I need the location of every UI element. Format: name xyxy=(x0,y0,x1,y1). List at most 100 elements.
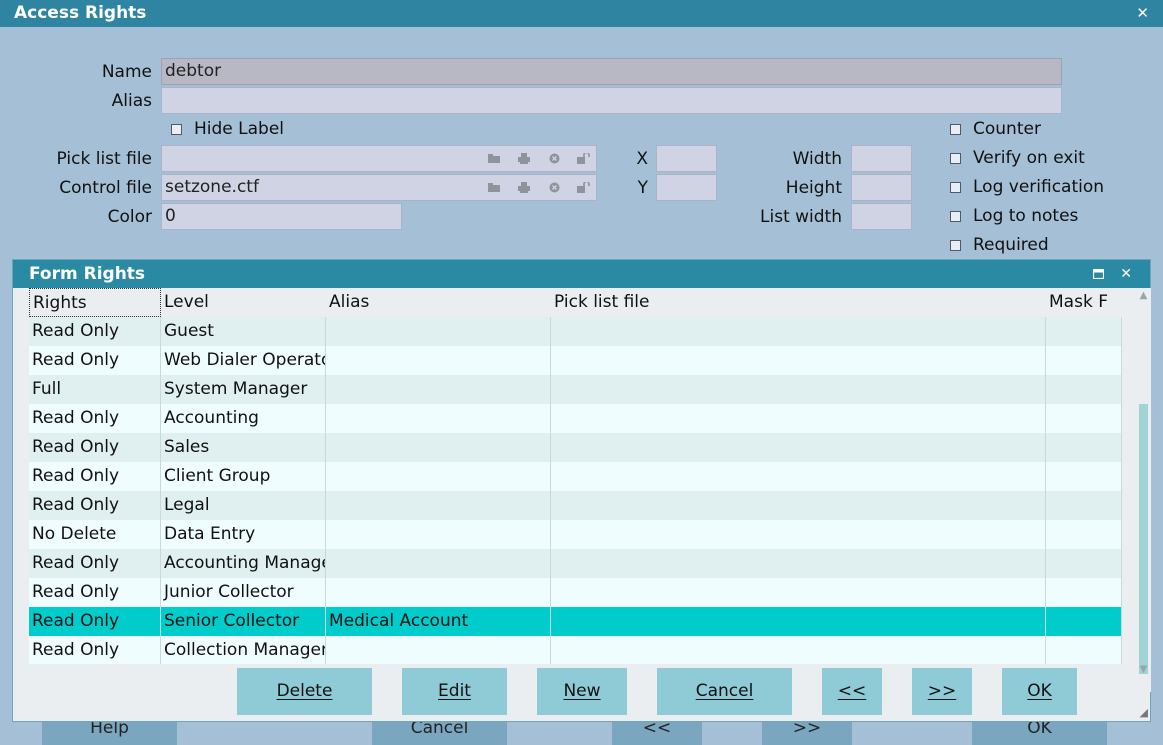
column-header-mask[interactable]: Mask F xyxy=(1046,288,1122,317)
column-header-alias[interactable]: Alias xyxy=(326,288,551,317)
cell-rights[interactable]: Full xyxy=(29,375,161,404)
cell-rights[interactable]: Read Only xyxy=(29,607,161,636)
log-to-notes-checkbox[interactable]: Log to notes xyxy=(950,204,1078,228)
cell-pick-list-file[interactable] xyxy=(551,375,1046,404)
prev-button[interactable]: << xyxy=(822,668,882,715)
counter-checkbox[interactable]: Counter xyxy=(950,117,1041,141)
table-row[interactable]: Read Only Junior Collector xyxy=(29,578,1122,607)
cell-rights[interactable]: Read Only xyxy=(29,404,161,433)
cell-level[interactable]: Guest xyxy=(161,317,326,346)
cell-level[interactable]: Sales xyxy=(161,433,326,462)
cell-mask[interactable] xyxy=(1046,520,1122,549)
cell-level[interactable]: Data Entry xyxy=(161,520,326,549)
cancel-button[interactable]: Cancel xyxy=(657,668,792,715)
resize-grip-icon[interactable]: ◢ xyxy=(1140,706,1148,719)
table-row[interactable]: Read Only Senior Collector Medical Account xyxy=(29,607,1122,636)
hide-label-checkbox[interactable]: Hide Label xyxy=(171,117,284,141)
cell-alias[interactable] xyxy=(326,346,551,375)
column-header-pick-list-file[interactable]: Pick list file xyxy=(551,288,1046,317)
folder-icon[interactable] xyxy=(486,152,502,166)
cell-rights[interactable]: Read Only xyxy=(29,549,161,578)
cell-rights[interactable]: Read Only xyxy=(29,491,161,520)
new-button[interactable]: New xyxy=(537,668,627,715)
clear-icon[interactable] xyxy=(546,181,562,195)
print-icon[interactable] xyxy=(516,181,532,195)
cell-level[interactable]: Client Group xyxy=(161,462,326,491)
table-row[interactable]: Read Only Collection Manager xyxy=(29,636,1122,664)
checkbox-box[interactable] xyxy=(950,181,961,193)
height-field[interactable] xyxy=(851,174,912,201)
cell-mask[interactable] xyxy=(1046,636,1122,664)
close-icon[interactable]: ✕ xyxy=(1136,0,1149,27)
table-row[interactable]: Read Only Sales xyxy=(29,433,1122,462)
folder-icon[interactable] xyxy=(486,181,502,195)
cell-alias[interactable]: Medical Account xyxy=(326,607,551,636)
log-verification-checkbox[interactable]: Log verification xyxy=(950,175,1104,199)
cell-pick-list-file[interactable] xyxy=(551,462,1046,491)
cell-pick-list-file[interactable] xyxy=(551,433,1046,462)
cell-level[interactable]: Collection Manager xyxy=(161,636,326,664)
cell-mask[interactable] xyxy=(1046,549,1122,578)
cell-rights[interactable]: Read Only xyxy=(29,433,161,462)
next-button[interactable]: >> xyxy=(912,668,972,715)
cell-alias[interactable] xyxy=(326,404,551,433)
column-header-level[interactable]: Level xyxy=(161,288,326,317)
control-file-field[interactable]: setzone.ctf xyxy=(161,174,597,201)
pick-list-field[interactable] xyxy=(161,145,597,172)
cell-mask[interactable] xyxy=(1046,433,1122,462)
lock-icon[interactable] xyxy=(576,152,592,166)
verify-on-exit-checkbox[interactable]: Verify on exit xyxy=(950,146,1085,170)
cell-alias[interactable] xyxy=(326,520,551,549)
scroll-down-icon[interactable]: ▼ xyxy=(1136,664,1151,675)
cell-mask[interactable] xyxy=(1046,491,1122,520)
table-row[interactable]: Read Only Web Dialer Operator xyxy=(29,346,1122,375)
cell-alias[interactable] xyxy=(326,636,551,664)
cell-rights[interactable]: No Delete xyxy=(29,520,161,549)
cell-alias[interactable] xyxy=(326,578,551,607)
cell-pick-list-file[interactable] xyxy=(551,520,1046,549)
table-row[interactable]: Read Only Client Group xyxy=(29,462,1122,491)
cell-mask[interactable] xyxy=(1046,346,1122,375)
print-icon[interactable] xyxy=(516,152,532,166)
x-field[interactable] xyxy=(656,145,717,172)
checkbox-box[interactable] xyxy=(950,210,961,222)
table-row[interactable]: No Delete Data Entry xyxy=(29,520,1122,549)
checkbox-box[interactable] xyxy=(950,152,961,164)
cell-pick-list-file[interactable] xyxy=(551,491,1046,520)
cell-alias[interactable] xyxy=(326,549,551,578)
close-icon[interactable]: ✕ xyxy=(1120,260,1132,288)
edit-button[interactable]: Edit xyxy=(402,668,507,715)
cell-alias[interactable] xyxy=(326,375,551,404)
cell-mask[interactable] xyxy=(1046,462,1122,491)
table-row[interactable]: Read Only Accounting xyxy=(29,404,1122,433)
required-checkbox[interactable]: Required xyxy=(950,233,1049,257)
cell-pick-list-file[interactable] xyxy=(551,549,1046,578)
cell-level[interactable]: Accounting xyxy=(161,404,326,433)
table-row[interactable]: Read Only Guest xyxy=(29,317,1122,346)
cell-level[interactable]: System Manager xyxy=(161,375,326,404)
table-row[interactable]: Full System Manager xyxy=(29,375,1122,404)
cell-level[interactable]: Junior Collector xyxy=(161,578,326,607)
cell-rights[interactable]: Read Only xyxy=(29,462,161,491)
cell-alias[interactable] xyxy=(326,462,551,491)
cell-level[interactable]: Web Dialer Operator xyxy=(161,346,326,375)
vertical-scrollbar[interactable]: ▲ ▼ xyxy=(1136,288,1151,692)
cell-mask[interactable] xyxy=(1046,607,1122,636)
cell-pick-list-file[interactable] xyxy=(551,404,1046,433)
cell-pick-list-file[interactable] xyxy=(551,578,1046,607)
cell-level[interactable]: Legal xyxy=(161,491,326,520)
checkbox-box[interactable] xyxy=(171,123,182,135)
cell-alias[interactable] xyxy=(326,491,551,520)
cell-pick-list-file[interactable] xyxy=(551,317,1046,346)
cell-mask[interactable] xyxy=(1046,375,1122,404)
cell-pick-list-file[interactable] xyxy=(551,636,1046,664)
cell-pick-list-file[interactable] xyxy=(551,346,1046,375)
cell-pick-list-file[interactable] xyxy=(551,607,1046,636)
table-row[interactable]: Read Only Legal xyxy=(29,491,1122,520)
column-header-rights[interactable]: Rights xyxy=(29,288,161,317)
width-field[interactable] xyxy=(851,145,912,172)
cell-rights[interactable]: Read Only xyxy=(29,636,161,664)
cell-mask[interactable] xyxy=(1046,317,1122,346)
cell-level[interactable]: Accounting Manager xyxy=(161,549,326,578)
cell-mask[interactable] xyxy=(1046,404,1122,433)
